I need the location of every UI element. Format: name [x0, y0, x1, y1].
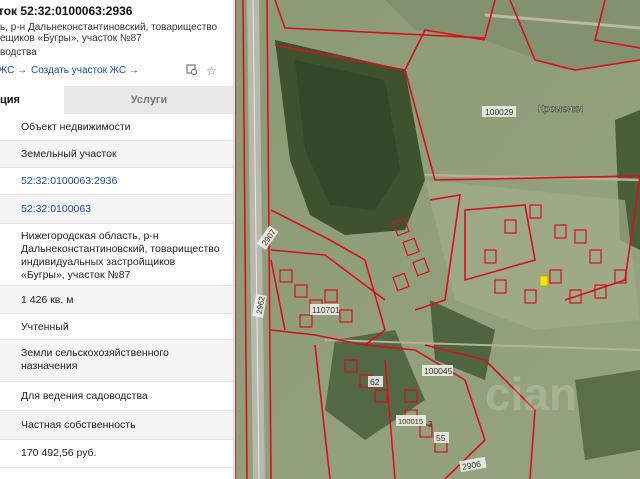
table-row: Земли сельскохозяйственного назначения — [0, 340, 233, 382]
table-row: 1 426 кв. м — [0, 286, 233, 314]
table-row: Земельный участок — [0, 141, 233, 168]
object-type-value: Объект недвижимости — [21, 121, 131, 133]
label-quarter-100045: 100045 — [424, 366, 453, 376]
label-parcel-62: 62 — [370, 377, 380, 387]
watermark: cian — [485, 368, 577, 420]
label-parcel-3: 3 — [428, 420, 433, 429]
tab-services[interactable]: Услуги — [64, 86, 233, 114]
table-row: Учтенный — [0, 314, 233, 340]
info-panel: ток 52:32:0100063:2936 ь, р-н Дальнеконс… — [0, 0, 234, 479]
cadastral-number-link[interactable]: 52:32:0100063:2936 — [21, 175, 117, 188]
tab-bar: ция Услуги — [0, 86, 233, 114]
permitted-use-value: Для ведения садоводства — [21, 390, 148, 402]
address-line-1: ь, р-н Дальнеконстантиновский, товарищес… — [0, 22, 218, 33]
ownership-value: Частная собственность — [21, 419, 136, 431]
land-type-value: Земельный участок — [21, 148, 117, 160]
label-quarter-100029: 100029 — [485, 107, 514, 117]
page-title: ток 52:32:0100063:2936 — [0, 4, 133, 18]
purpose-text: водства — [0, 47, 37, 58]
create-izhs-link[interactable]: Создать участок ЖС → — [31, 65, 139, 76]
address-value: Нижегородская область, р-н Дальнеконстан… — [21, 230, 220, 281]
link-izhs[interactable]: ЖС → — [0, 65, 27, 76]
place-label: Кременки — [538, 104, 583, 115]
map-canvas[interactable]: 100029 Кременки 110701 100045 2907 2962 … — [235, 0, 640, 479]
action-links: ЖС → Создать участок ЖС → ☆ — [0, 64, 233, 79]
selected-parcel[interactable] — [539, 275, 549, 287]
table-row: Частная собственность — [0, 411, 233, 440]
star-icon[interactable]: ☆ — [206, 64, 217, 78]
map-pin-icon[interactable] — [186, 64, 198, 76]
address-line-2: ещиков «Бугры», участок №87 — [0, 33, 142, 44]
area-value: 1 426 кв. м — [21, 294, 74, 306]
table-row: 170 492,56 руб. — [0, 440, 233, 468]
label-parcel-55: 55 — [436, 433, 446, 443]
table-row: 52:32:0100063:2936 — [0, 168, 233, 195]
table-row: Нижегородская область, р-н Дальнеконстан… — [0, 224, 233, 286]
cadastral-map[interactable]: 100029 Кременки 110701 100045 2907 2962 … — [235, 0, 640, 479]
table-row: 52:32:0100063 — [0, 195, 233, 224]
table-row: Объект недвижимости — [0, 114, 233, 141]
cadastral-value: 170 492,56 руб. — [21, 447, 97, 459]
label-quarter-110701: 110701 — [312, 305, 340, 315]
cadastral-quarter-link[interactable]: 52:32:0100063 — [21, 203, 91, 216]
land-category-value: Земли сельскохозяйственного назначения — [21, 347, 169, 372]
status-value: Учтенный — [21, 321, 69, 333]
table-row: Для ведения садоводства — [0, 382, 233, 411]
tab-information[interactable]: ция — [0, 86, 64, 114]
label-quarter-100015: 100015 — [398, 417, 423, 426]
